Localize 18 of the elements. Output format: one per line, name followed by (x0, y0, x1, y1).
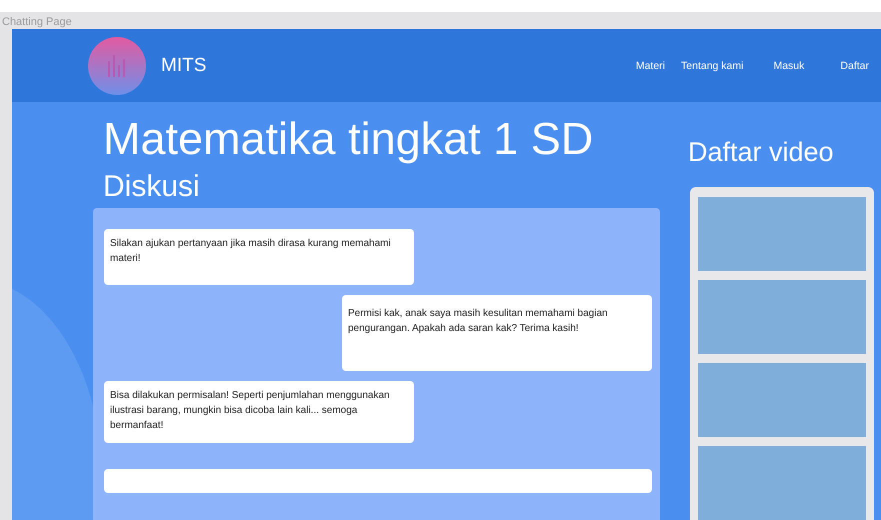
video-thumbnail[interactable] (698, 363, 866, 437)
section-heading: Diskusi (103, 170, 201, 204)
nav-link[interactable]: Materi (632, 56, 670, 76)
frame-label: Chatting Page (1, 15, 73, 29)
section-heading: Daftar video (688, 136, 835, 169)
nav-link[interactable]: Masuk (769, 56, 808, 76)
nav-link[interactable]: Daftar (836, 56, 873, 76)
video-thumbnail[interactable] (698, 280, 866, 354)
logo-icon (88, 36, 146, 94)
nav-link[interactable]: Tentang kami (677, 56, 748, 76)
logo-text: MITS (161, 54, 206, 76)
video-thumbnail[interactable] (698, 197, 866, 271)
message-input-field[interactable] (104, 469, 652, 493)
page-title: Matematika tingkat 1 SD (103, 112, 594, 166)
chat-message: Bisa dilakukan permisalan! Seperti penjumlahan menggunakan ilustrasi barang, mungkin bisa dicoba lain kali... semoga bermanfaat! (104, 381, 414, 443)
video-thumbnail[interactable] (698, 446, 866, 520)
chat-message: Silakan ajukan pertanyaan jika masih dirasa kurang memahami materi! (104, 229, 414, 285)
chat-message: Permisi kak, anak saya masih kesulitan memahami bagian pengurangan. Apakah ada saran kak? Terima kasih! (342, 295, 652, 371)
